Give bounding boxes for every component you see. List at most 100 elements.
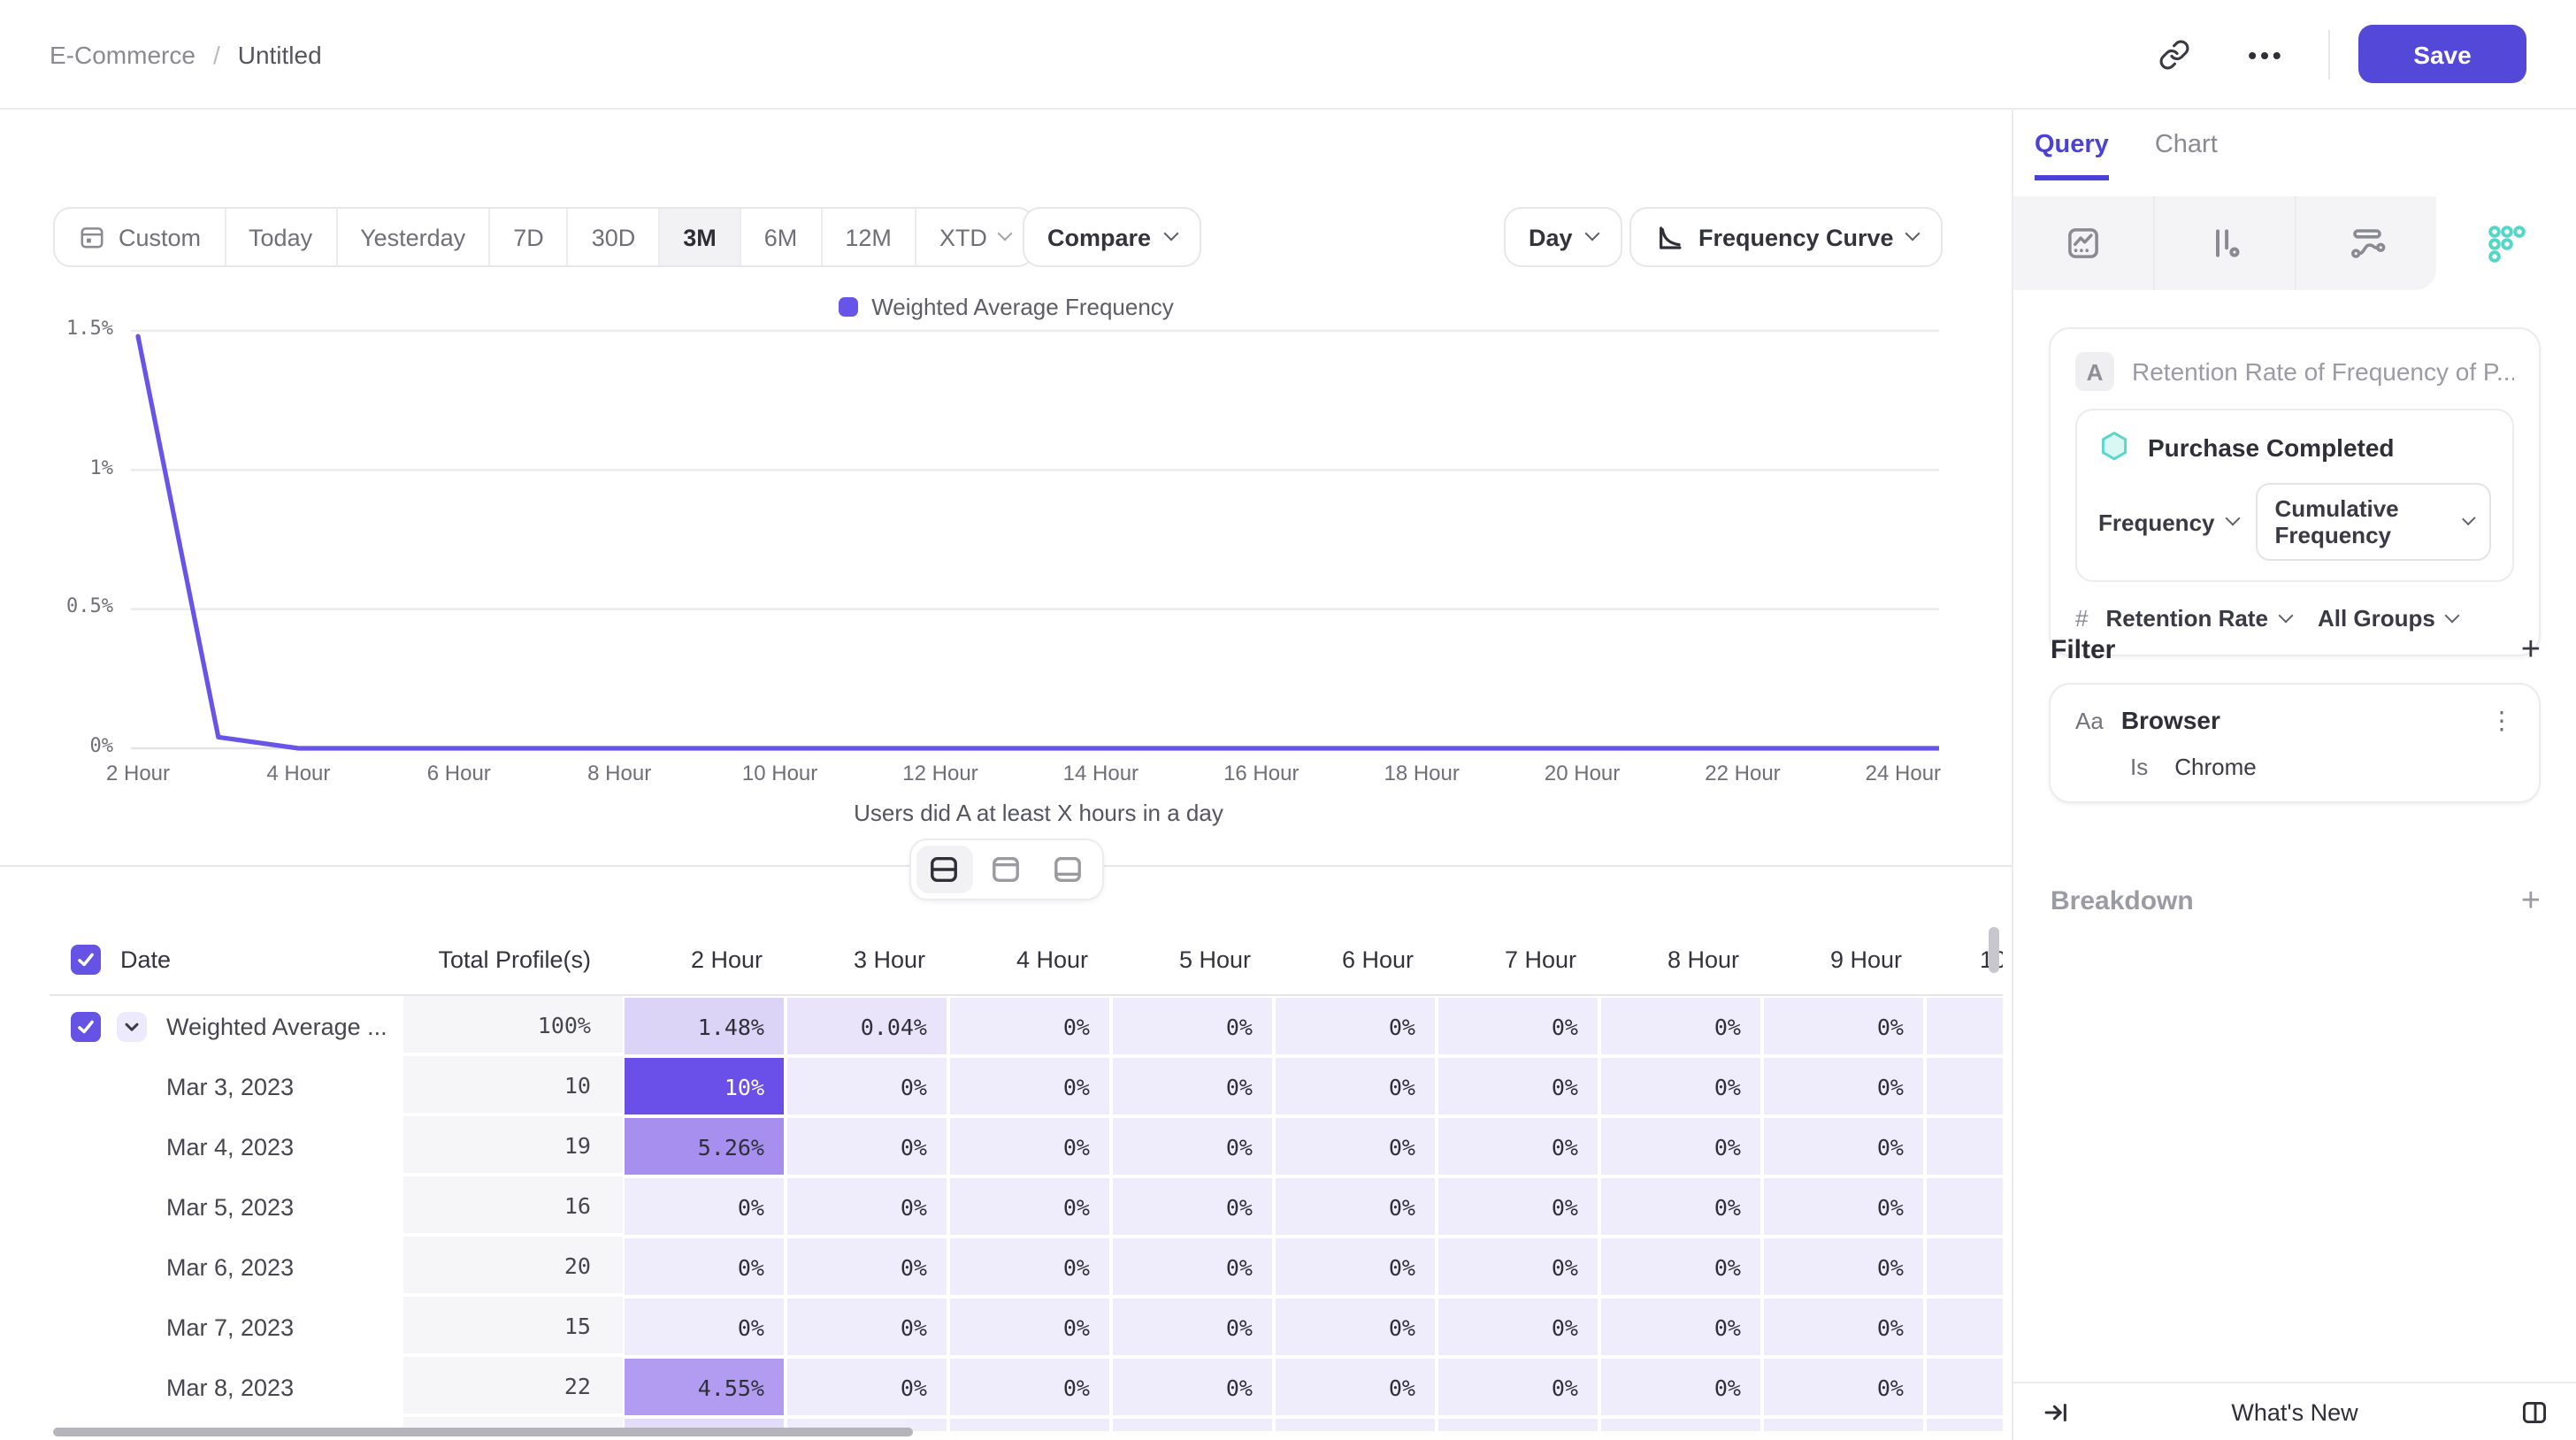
table-row[interactable]: Weighted Average ...100%1.48%0.04%0%0%0%… bbox=[50, 996, 2003, 1056]
value-cell[interactable]: 0% bbox=[787, 1359, 947, 1415]
value-cell[interactable]: 0% bbox=[1438, 998, 1598, 1054]
add-filter-button[interactable]: + bbox=[2521, 633, 2541, 667]
side-panel-icon[interactable] bbox=[2514, 1392, 2553, 1431]
value-cell[interactable]: 0% bbox=[1764, 1118, 1923, 1175]
value-cell[interactable]: 5.26% bbox=[625, 1118, 784, 1175]
frequency-curve-chart[interactable] bbox=[120, 324, 1939, 755]
value-cell[interactable]: 0% bbox=[1764, 998, 1923, 1054]
filter-value[interactable]: Chrome bbox=[2174, 754, 2257, 780]
value-cell[interactable] bbox=[950, 1419, 1109, 1431]
range-6m[interactable]: 6M bbox=[741, 209, 823, 265]
value-cell[interactable]: 0.04% bbox=[787, 998, 947, 1054]
row-checkbox[interactable] bbox=[71, 1011, 101, 1041]
event-name[interactable]: Purchase Completed bbox=[2148, 433, 2395, 461]
range-yesterday[interactable]: Yesterday bbox=[337, 209, 490, 265]
value-cell[interactable]: 0% bbox=[1764, 1238, 1923, 1295]
value-cell[interactable]: 0% bbox=[1438, 1178, 1598, 1235]
table-row[interactable]: Mar 3, 20231010%0%0%0%0%0%0%0%0% bbox=[50, 1056, 2003, 1116]
value-cell[interactable]: 0% bbox=[1276, 1058, 1435, 1114]
value-cell[interactable]: 0% bbox=[1601, 1298, 1760, 1355]
table-row[interactable]: Mar 5, 2023160%0%0%0%0%0%0%0%0% bbox=[50, 1176, 2003, 1237]
value-cell[interactable]: 0% bbox=[1113, 1178, 1272, 1235]
value-cell[interactable]: 0% bbox=[1113, 998, 1272, 1054]
value-cell[interactable]: 0% bbox=[1927, 998, 2003, 1054]
value-cell[interactable]: 0% bbox=[1438, 1238, 1598, 1295]
tab-chart[interactable]: Chart bbox=[2155, 131, 2218, 180]
series-title[interactable]: Retention Rate of Frequency of P... bbox=[2132, 357, 2514, 386]
value-cell[interactable]: 0% bbox=[1927, 1359, 2003, 1415]
range-custom[interactable]: Custom bbox=[55, 209, 226, 265]
property-dropdown[interactable]: Frequency bbox=[2098, 509, 2238, 535]
layout-split-icon[interactable] bbox=[916, 846, 972, 893]
range-today[interactable]: Today bbox=[226, 209, 337, 265]
vertical-scrollbar[interactable] bbox=[1989, 927, 1999, 973]
column-header[interactable]: 7 Hour bbox=[1437, 946, 1599, 972]
value-cell[interactable]: 0% bbox=[787, 1238, 947, 1295]
column-header[interactable]: 2 Hour bbox=[623, 946, 786, 972]
copy-link-icon[interactable] bbox=[2148, 27, 2201, 80]
value-cell[interactable]: 0% bbox=[1438, 1359, 1598, 1415]
table-row[interactable]: Mar 7, 2023150%0%0%0%0%0%0%0%0% bbox=[50, 1297, 2003, 1357]
value-cell[interactable]: 0% bbox=[1113, 1238, 1272, 1295]
value-cell[interactable]: 10% bbox=[625, 1058, 784, 1114]
value-cell[interactable]: 4.55% bbox=[625, 1359, 784, 1415]
range-7d[interactable]: 7D bbox=[490, 209, 569, 265]
table-row[interactable]: Mar 6, 2023200%0%0%0%0%0%0%0%0% bbox=[50, 1237, 2003, 1297]
value-cell[interactable] bbox=[1764, 1419, 1923, 1431]
value-cell[interactable]: 0% bbox=[1764, 1178, 1923, 1235]
value-cell[interactable]: 0% bbox=[625, 1298, 784, 1355]
value-cell[interactable]: 0% bbox=[787, 1118, 947, 1175]
range-30d[interactable]: 30D bbox=[569, 209, 661, 265]
value-cell[interactable] bbox=[1601, 1419, 1760, 1431]
layout-table-only-icon[interactable] bbox=[1039, 846, 1096, 893]
range-12m[interactable]: 12M bbox=[822, 209, 916, 265]
value-cell[interactable]: 0% bbox=[1601, 1178, 1760, 1235]
value-cell[interactable]: 0% bbox=[950, 1058, 1109, 1114]
value-cell[interactable]: 0% bbox=[1276, 1118, 1435, 1175]
filter-property[interactable]: Browser bbox=[2121, 706, 2220, 734]
value-cell[interactable]: 0% bbox=[1438, 1118, 1598, 1175]
property-value-dropdown[interactable]: Cumulative Frequency bbox=[2256, 483, 2492, 561]
value-cell[interactable]: 1.48% bbox=[625, 998, 784, 1054]
tab-query[interactable]: Query bbox=[2035, 131, 2109, 180]
value-cell[interactable]: 0% bbox=[625, 1238, 784, 1295]
granularity-button[interactable]: Day bbox=[1504, 207, 1622, 267]
value-cell[interactable]: 0% bbox=[1276, 1298, 1435, 1355]
value-cell[interactable]: 0% bbox=[1927, 1058, 2003, 1114]
column-header[interactable]: Total Profile(s) bbox=[403, 946, 623, 972]
flows-icon[interactable] bbox=[2296, 196, 2436, 290]
column-header[interactable]: 6 Hour bbox=[1274, 946, 1437, 972]
column-header[interactable]: Date bbox=[120, 946, 171, 972]
value-cell[interactable]: 0% bbox=[1276, 1238, 1435, 1295]
funnel-bars-icon[interactable] bbox=[2155, 196, 2296, 290]
value-cell[interactable]: 0% bbox=[1601, 998, 1760, 1054]
value-cell[interactable]: 0% bbox=[950, 1178, 1109, 1235]
value-cell[interactable] bbox=[1438, 1419, 1598, 1431]
column-header[interactable]: 4 Hour bbox=[948, 946, 1111, 972]
value-cell[interactable] bbox=[1927, 1419, 2003, 1431]
value-cell[interactable]: 0% bbox=[950, 1238, 1109, 1295]
value-cell[interactable]: 0% bbox=[1927, 1118, 2003, 1175]
column-header[interactable]: 9 Hour bbox=[1762, 946, 1925, 972]
metric-dropdown[interactable]: Retention Rate bbox=[2105, 605, 2290, 632]
insights-line-icon[interactable] bbox=[2013, 196, 2155, 290]
value-cell[interactable]: 0% bbox=[1113, 1298, 1272, 1355]
more-menu-button[interactable]: ••• bbox=[2240, 27, 2293, 80]
expand-row-icon[interactable] bbox=[117, 1011, 147, 1041]
filter-operator[interactable]: Is bbox=[2130, 754, 2148, 780]
event-card[interactable]: Purchase Completed Frequency Cumulative … bbox=[2075, 409, 2514, 582]
value-cell[interactable]: 0% bbox=[1927, 1298, 2003, 1355]
add-breakdown-button[interactable]: + bbox=[2521, 885, 2541, 918]
retention-dots-icon[interactable] bbox=[2436, 196, 2576, 290]
horizontal-scrollbar[interactable] bbox=[53, 1428, 913, 1436]
groups-dropdown[interactable]: All Groups bbox=[2318, 605, 2458, 632]
value-cell[interactable]: 0% bbox=[950, 1359, 1109, 1415]
layout-chart-only-icon[interactable] bbox=[978, 846, 1034, 893]
value-cell[interactable]: 0% bbox=[787, 1058, 947, 1114]
value-cell[interactable]: 0% bbox=[1113, 1118, 1272, 1175]
table-row[interactable]: Mar 4, 2023195.26%0%0%0%0%0%0%0%0% bbox=[50, 1116, 2003, 1176]
range-3m[interactable]: 3M bbox=[660, 209, 741, 265]
value-cell[interactable]: 0% bbox=[1438, 1298, 1598, 1355]
value-cell[interactable] bbox=[1113, 1419, 1272, 1431]
collapse-panel-icon[interactable] bbox=[2036, 1392, 2075, 1431]
